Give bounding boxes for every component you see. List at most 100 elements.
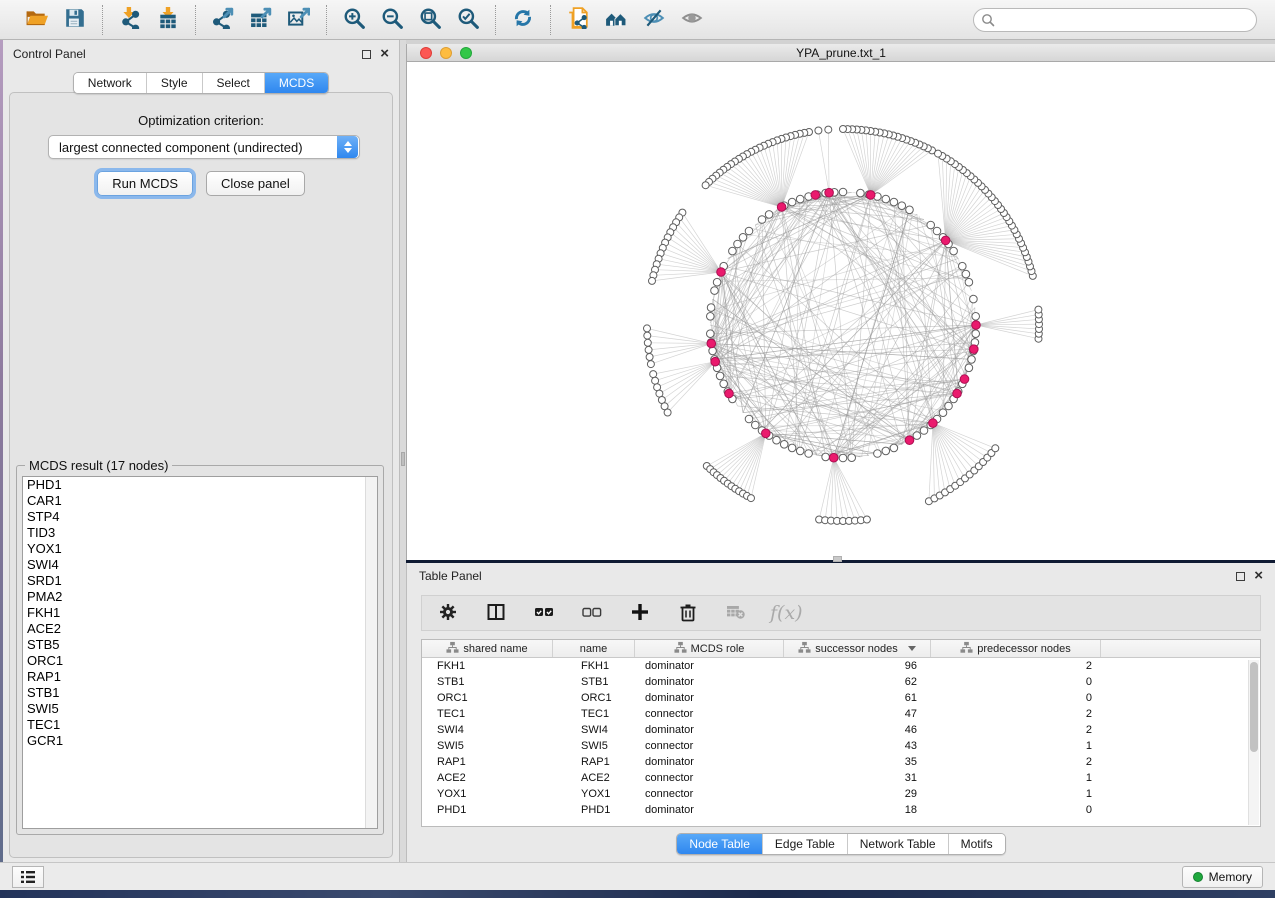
houses-button[interactable] <box>601 5 631 35</box>
zoom-out-button[interactable] <box>377 5 407 35</box>
optimization-criterion-dropdown[interactable]: largest connected component (undirected) <box>48 135 360 159</box>
memory-button[interactable]: Memory <box>1182 866 1263 888</box>
hide-graphics-details-icon <box>643 7 665 32</box>
gear-button[interactable] <box>434 599 462 627</box>
mcds-result-item[interactable]: FKH1 <box>23 605 377 621</box>
save-session-button[interactable] <box>60 5 90 35</box>
mcds-result-item[interactable]: CAR1 <box>23 493 377 509</box>
network-canvas[interactable] <box>407 62 1275 559</box>
hide-graphics-details-button[interactable] <box>639 5 669 35</box>
column-header-MCDS-role[interactable]: MCDS role <box>635 640 784 657</box>
delete-table-button <box>722 599 750 627</box>
float-panel-icon[interactable] <box>362 50 371 59</box>
horizontal-splitter-grip[interactable] <box>833 556 842 562</box>
tab-network[interactable]: Network <box>74 73 146 93</box>
table-row[interactable]: YOX1YOX1connector291 <box>422 786 1260 802</box>
tab-style[interactable]: Style <box>146 73 202 93</box>
table-cell: SWI5 <box>422 740 553 752</box>
column-header-predecessor-nodes[interactable]: predecessor nodes <box>931 640 1101 657</box>
mcds-result-groupbox: MCDS result (17 nodes) PHD1CAR1STP4TID3Y… <box>16 465 384 835</box>
delete-column-button[interactable] <box>674 599 702 627</box>
toolbar-group <box>326 5 495 35</box>
table-row[interactable]: ACE2ACE2connector311 <box>422 770 1260 786</box>
zoom-selected-button[interactable] <box>453 5 483 35</box>
search-input[interactable] <box>973 8 1257 32</box>
table-cell: YOX1 <box>553 788 635 800</box>
mcds-result-item[interactable]: ACE2 <box>23 621 377 637</box>
mcds-result-item[interactable]: YOX1 <box>23 541 377 557</box>
import-network-button[interactable] <box>115 5 145 35</box>
mcds-result-list[interactable]: PHD1CAR1STP4TID3YOX1SWI4SRD1PMA2FKH1ACE2… <box>22 476 378 829</box>
table-row[interactable]: RAP1RAP1dominator352 <box>422 754 1260 770</box>
export-table-button[interactable] <box>246 5 276 35</box>
table-cell: dominator <box>635 724 784 736</box>
table-row[interactable]: TEC1TEC1connector472 <box>422 706 1260 722</box>
mcds-result-item[interactable]: STP4 <box>23 509 377 525</box>
table-row[interactable]: FKH1FKH1dominator962 <box>422 658 1260 674</box>
tab-motifs[interactable]: Motifs <box>948 834 1005 854</box>
mcds-result-item[interactable]: ORC1 <box>23 653 377 669</box>
table-cell: 29 <box>784 788 931 800</box>
new-network-from-selection-button[interactable] <box>563 5 593 35</box>
mcds-result-item[interactable]: SWI5 <box>23 701 377 717</box>
mcds-result-item[interactable]: SRD1 <box>23 573 377 589</box>
mcds-result-item[interactable]: GCR1 <box>23 733 377 749</box>
mcds-result-item[interactable]: RAP1 <box>23 669 377 685</box>
zoom-in-button[interactable] <box>339 5 369 35</box>
table-row[interactable]: STB1STB1dominator620 <box>422 674 1260 690</box>
zoom-fit-button[interactable] <box>415 5 445 35</box>
mcds-tab-content: Optimization criterion: largest connecte… <box>9 92 393 858</box>
import-table-button[interactable] <box>153 5 183 35</box>
mcds-result-item[interactable]: TEC1 <box>23 717 377 733</box>
refresh-view-button[interactable] <box>508 5 538 35</box>
column-header-shared-name[interactable]: shared name <box>422 640 553 657</box>
column-header-successor-nodes[interactable]: successor nodes <box>784 640 931 657</box>
run-mcds-button[interactable]: Run MCDS <box>97 171 193 196</box>
table-row[interactable]: ORC1ORC1dominator610 <box>422 690 1260 706</box>
vertical-splitter-grip[interactable] <box>401 452 405 466</box>
network-window-titlebar[interactable]: YPA_prune.txt_1 <box>407 44 1275 62</box>
delete-column-icon <box>678 602 698 625</box>
close-panel-icon[interactable]: × <box>380 49 389 59</box>
close-table-panel-icon[interactable]: × <box>1254 571 1263 581</box>
export-image-button[interactable] <box>284 5 314 35</box>
tab-edge-table[interactable]: Edge Table <box>762 834 847 854</box>
split-panel-icon <box>486 602 506 625</box>
list-icon <box>20 870 36 884</box>
tab-mcds[interactable]: MCDS <box>264 73 328 93</box>
tab-select[interactable]: Select <box>202 73 264 93</box>
mcds-result-item[interactable]: PHD1 <box>23 477 377 493</box>
mcds-result-item[interactable]: STB1 <box>23 685 377 701</box>
table-header-row: shared name name MCDS rolesuccessor nodesp… <box>422 640 1260 658</box>
mcds-result-item[interactable]: STB5 <box>23 637 377 653</box>
table-row[interactable]: SWI5SWI5connector431 <box>422 738 1260 754</box>
network-graph[interactable] <box>407 62 1275 559</box>
close-panel-button[interactable]: Close panel <box>206 171 305 196</box>
select-all-checks-button[interactable] <box>530 599 558 627</box>
add-column-button[interactable] <box>626 599 654 627</box>
mcds-result-item[interactable]: PMA2 <box>23 589 377 605</box>
tab-node-table[interactable]: Node Table <box>677 834 762 854</box>
column-header-label: name <box>580 643 608 655</box>
split-panel-button[interactable] <box>482 599 510 627</box>
table-scrollbar-thumb[interactable] <box>1250 662 1258 752</box>
column-header-name[interactable]: name <box>553 640 635 657</box>
export-network-button[interactable] <box>208 5 238 35</box>
table-panel: Table Panel × f(x) shared namenameMCDS r… <box>406 563 1275 862</box>
table-scrollbar[interactable] <box>1248 660 1259 825</box>
task-history-button[interactable] <box>12 866 44 888</box>
table-row[interactable]: SWI4SWI4dominator462 <box>422 722 1260 738</box>
mcds-list-scrollbar[interactable] <box>365 477 377 828</box>
table-row[interactable]: PHD1PHD1dominator180 <box>422 802 1260 818</box>
tab-network-table[interactable]: Network Table <box>847 834 948 854</box>
mcds-result-item[interactable]: SWI4 <box>23 557 377 573</box>
show-graphics-details-button[interactable] <box>677 5 707 35</box>
float-table-panel-icon[interactable] <box>1236 572 1245 581</box>
toolbar-group <box>10 5 102 35</box>
open-session-folder-button[interactable] <box>22 5 52 35</box>
table-cell: PHD1 <box>422 804 553 816</box>
table-cell: SWI4 <box>553 724 635 736</box>
table-cell: 46 <box>784 724 931 736</box>
deselect-all-checks-button[interactable] <box>578 599 606 627</box>
mcds-result-item[interactable]: TID3 <box>23 525 377 541</box>
